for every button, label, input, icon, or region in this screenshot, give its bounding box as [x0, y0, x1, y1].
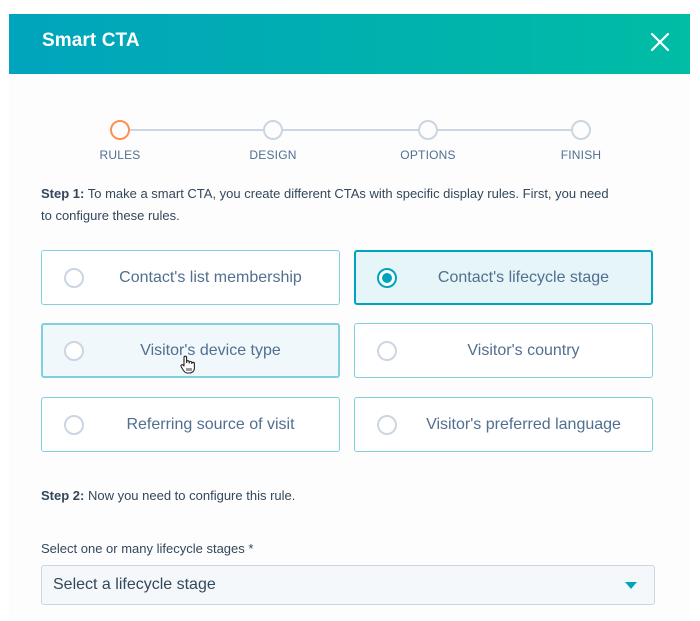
rule-option-label: Contact's lifecycle stage: [437, 268, 610, 286]
rule-option-label: Visitor's country: [467, 341, 580, 359]
rule-option-device-type[interactable]: Visitor's device type: [41, 323, 340, 378]
rule-option-preferred-language[interactable]: Visitor's preferred language: [354, 397, 653, 452]
step-connector: [130, 129, 265, 131]
rule-option-country[interactable]: Visitor's country: [354, 323, 653, 378]
step-dot-rules[interactable]: [110, 120, 130, 140]
step2-text: Now you need to configure this rule.: [84, 488, 296, 503]
radio-button[interactable]: [377, 414, 397, 435]
step1-text-line2: to configure these rules.: [41, 208, 180, 223]
rule-option-label: Referring source of visit: [126, 415, 295, 433]
lifecycle-stage-placeholder: Select a lifecycle stage: [53, 576, 216, 593]
rule-option-label: Visitor's device type: [140, 341, 281, 359]
step2-prefix: Step 2:: [41, 488, 85, 503]
rule-option-referring-source[interactable]: Referring source of visit: [41, 397, 340, 452]
step-label-rules: RULES: [99, 148, 141, 162]
step-dot-options[interactable]: [418, 120, 438, 140]
step-label-design: DESIGN: [249, 148, 297, 162]
step1-instructions: Step 1: To make a smart CTA, you create …: [41, 183, 609, 227]
radio-button[interactable]: [64, 267, 84, 288]
step1-prefix: Step 1:: [41, 186, 85, 201]
radio-button[interactable]: [64, 340, 84, 361]
smart-cta-modal: Smart CTA RULES DESIGN OPTIONS FINISH St…: [9, 14, 690, 621]
step-dot-finish[interactable]: [571, 120, 591, 140]
step-connector: [283, 129, 420, 131]
caret-down-icon[interactable]: [625, 582, 637, 589]
progress-stepper: RULES DESIGN OPTIONS FINISH: [9, 14, 690, 194]
rule-option-label: Visitor's preferred language: [426, 415, 621, 433]
lifecycle-stage-field-label: Select one or many lifecycle stages *: [41, 541, 254, 556]
lifecycle-stage-select[interactable]: Select a lifecycle stage: [41, 565, 655, 605]
step-connector: [438, 129, 573, 131]
step-label-finish: FINISH: [560, 148, 602, 162]
step-label-options: OPTIONS: [400, 148, 456, 162]
radio-button-checked[interactable]: [377, 267, 397, 288]
step1-text-line1: To make a smart CTA, you create differen…: [84, 186, 609, 201]
radio-button[interactable]: [377, 340, 397, 361]
step-dot-design[interactable]: [263, 120, 283, 140]
step2-instructions: Step 2: Now you need to configure this r…: [41, 485, 295, 507]
radio-button[interactable]: [64, 414, 84, 435]
hand-pointer-cursor-icon: [180, 355, 195, 374]
rule-option-label: Contact's list membership: [119, 268, 302, 286]
rule-option-list-membership[interactable]: Contact's list membership: [41, 250, 340, 305]
rule-option-lifecycle-stage[interactable]: Contact's lifecycle stage: [354, 250, 653, 305]
